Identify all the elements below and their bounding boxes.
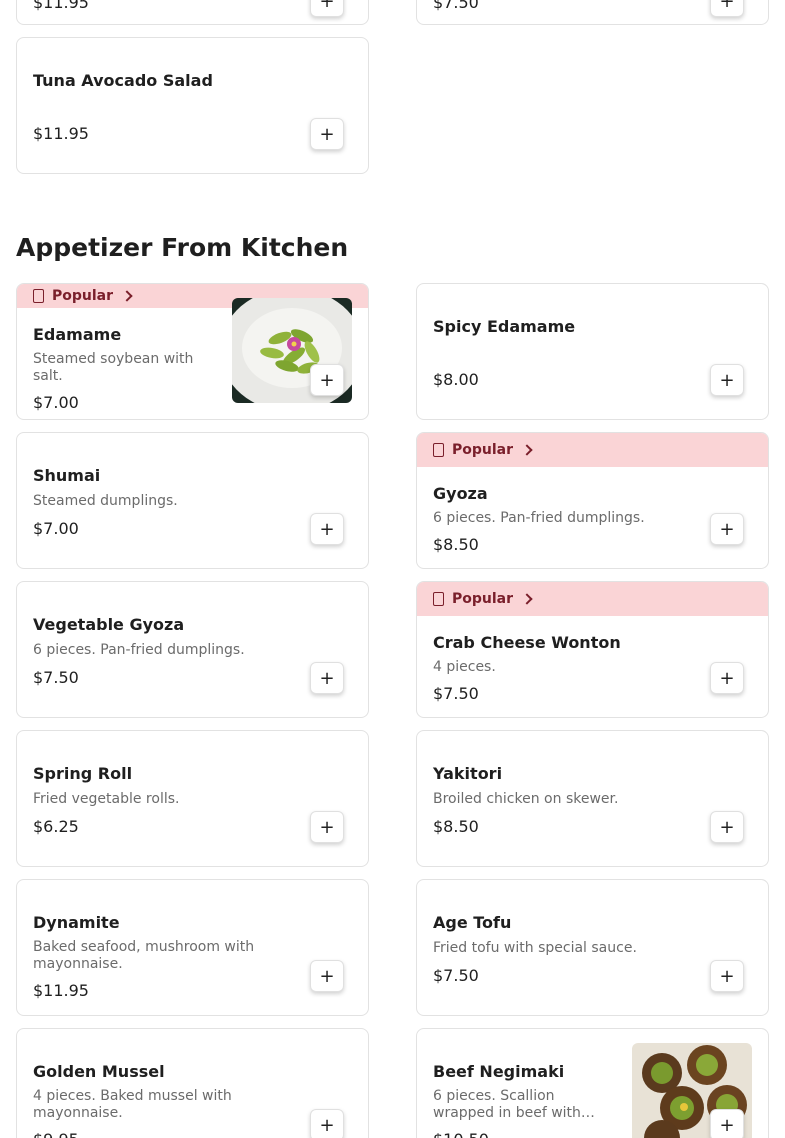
chevron-right-icon [521, 593, 533, 605]
menu-item-card[interactable]: Tuna Avocado Salad $11.95 + [16, 37, 369, 174]
item-name: Crab Cheese Wonton [433, 633, 621, 652]
item-price: $8.00 [433, 370, 479, 389]
popular-icon [33, 289, 44, 303]
item-price: $7.00 [33, 393, 79, 412]
item-image: + [232, 298, 352, 403]
item-price: $8.50 [433, 535, 479, 554]
add-item-button[interactable]: + [310, 662, 344, 694]
item-name: Gyoza [433, 484, 488, 503]
item-name: Age Tofu [433, 913, 512, 932]
plus-icon: + [319, 123, 335, 145]
chevron-right-icon [121, 290, 133, 302]
chevron-right-icon [521, 444, 533, 456]
item-price: $7.50 [433, 966, 479, 985]
add-item-button[interactable]: + [710, 811, 744, 843]
plus-icon: + [319, 965, 335, 987]
item-description: Steamed soybean with salt. [33, 351, 194, 384]
item-name: Golden Mussel [33, 1062, 165, 1081]
item-description: Broiled chicken on skewer. [433, 791, 619, 807]
menu-item-card[interactable]: Spicy Edamame $8.00 + [416, 283, 769, 420]
add-item-button[interactable]: + [310, 513, 344, 545]
add-item-button[interactable]: + [710, 364, 744, 396]
add-item-button[interactable]: + [310, 0, 344, 17]
item-description: Fried tofu with special sauce. [433, 940, 637, 956]
plus-icon: + [719, 965, 735, 987]
item-price: $8.50 [433, 817, 479, 836]
item-price: $6.25 [33, 817, 79, 836]
popular-label: Popular [452, 442, 514, 458]
menu-item-card[interactable]: $7.50 + [416, 0, 769, 25]
plus-icon: + [719, 0, 735, 12]
popular-label: Popular [52, 288, 114, 304]
add-item-button[interactable]: + [310, 364, 344, 396]
item-name: Spring Roll [33, 764, 133, 783]
add-item-button[interactable]: + [710, 960, 744, 992]
plus-icon: + [319, 816, 335, 838]
plus-icon: + [719, 667, 735, 689]
item-price: $7.50 [433, 684, 479, 703]
plus-icon: + [319, 369, 335, 391]
add-item-button[interactable]: + [310, 118, 344, 150]
item-price: $11.95 [33, 124, 89, 143]
plus-icon: + [719, 518, 735, 540]
add-item-button[interactable]: + [710, 662, 744, 694]
menu-item-card[interactable]: $11.95 + [16, 0, 369, 25]
plus-icon: + [319, 0, 335, 12]
item-price: $10.50 [433, 1130, 489, 1138]
add-item-button[interactable]: + [710, 1109, 744, 1138]
popular-icon [433, 443, 444, 457]
item-description: 6 pieces. Pan-fried dumplings. [33, 642, 245, 658]
add-item-button[interactable]: + [310, 1109, 344, 1138]
plus-icon: + [319, 1114, 335, 1136]
item-description: Baked seafood, mushroom with mayonnaise. [33, 939, 255, 972]
item-description: 6 pieces. Pan-fried dumplings. [433, 510, 645, 526]
add-item-button[interactable]: + [310, 960, 344, 992]
menu-item-card[interactable]: Spring Roll Fried vegetable rolls. $6.25… [16, 730, 369, 867]
item-price: $7.50 [33, 668, 79, 687]
menu-item-card[interactable]: Popular Edamame Steamed soybean with sal… [16, 283, 369, 420]
item-description: 6 pieces. Scallion wrapped in beef with… [433, 1088, 595, 1121]
item-name: Edamame [33, 325, 122, 344]
menu-item-card[interactable]: Shumai Steamed dumplings. $7.00 + [16, 432, 369, 569]
item-name: Shumai [33, 466, 101, 485]
plus-icon: + [319, 518, 335, 540]
item-price: $11.95 [33, 981, 89, 1000]
menu-item-card[interactable]: Golden Mussel 4 pieces. Baked mussel wit… [16, 1028, 369, 1138]
plus-icon: + [719, 816, 735, 838]
popular-label: Popular [452, 591, 514, 607]
add-item-button[interactable]: + [710, 513, 744, 545]
menu-item-card[interactable]: Age Tofu Fried tofu with special sauce. … [416, 879, 769, 1016]
menu-item-card[interactable]: Beef Negimaki 6 pieces. Scallion wrapped… [416, 1028, 769, 1138]
item-price: $7.50 [433, 0, 479, 12]
item-name: Vegetable Gyoza [33, 615, 185, 634]
popular-banner[interactable]: Popular [417, 433, 768, 467]
menu-item-card[interactable]: Popular Crab Cheese Wonton 4 pieces. $7.… [416, 581, 769, 718]
popular-banner[interactable]: Popular [417, 582, 768, 616]
add-item-button[interactable]: + [710, 0, 744, 17]
popular-icon [433, 592, 444, 606]
item-description: Steamed dumplings. [33, 493, 178, 509]
menu-item-card[interactable]: Dynamite Baked seafood, mushroom with ma… [16, 879, 369, 1016]
plus-icon: + [719, 369, 735, 391]
item-image: + [632, 1043, 752, 1138]
menu-item-card[interactable]: Popular Gyoza 6 pieces. Pan-fried dumpli… [416, 432, 769, 569]
section-title: Appetizer From Kitchen [16, 233, 349, 262]
menu-item-card[interactable]: Vegetable Gyoza 6 pieces. Pan-fried dump… [16, 581, 369, 718]
menu-item-card[interactable]: Yakitori Broiled chicken on skewer. $8.5… [416, 730, 769, 867]
plus-icon: + [319, 667, 335, 689]
item-name: Beef Negimaki [433, 1062, 565, 1081]
item-name: Spicy Edamame [433, 317, 576, 336]
item-price: $7.00 [33, 519, 79, 538]
item-price: $11.95 [33, 0, 89, 12]
add-item-button[interactable]: + [310, 811, 344, 843]
item-description: Fried vegetable rolls. [33, 791, 180, 807]
item-description: 4 pieces. [433, 659, 496, 675]
item-name: Tuna Avocado Salad [33, 71, 213, 90]
item-name: Dynamite [33, 913, 120, 932]
plus-icon: + [719, 1114, 735, 1136]
item-name: Yakitori [433, 764, 503, 783]
item-description: 4 pieces. Baked mussel with mayonnaise. [33, 1088, 232, 1121]
item-price: $9.95 [33, 1130, 79, 1138]
